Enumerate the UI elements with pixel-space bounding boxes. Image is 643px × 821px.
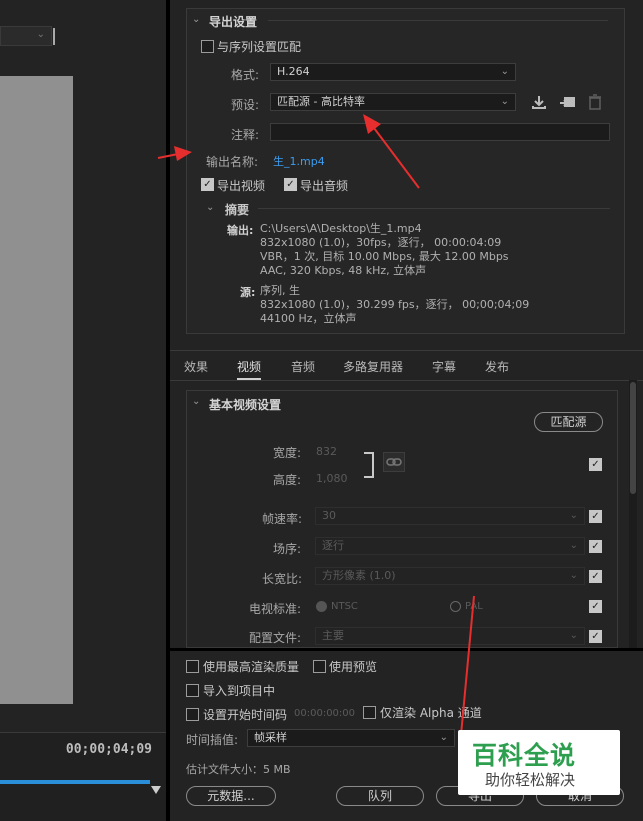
arrow-to-output-name	[157, 146, 192, 161]
watermark-subtitle: 助你轻松解决	[485, 771, 576, 789]
watermark-title: 百科全说	[472, 741, 577, 770]
arrow-to-export-button	[460, 595, 475, 736]
watermark-logo: 百科全说 助你轻松解决	[458, 730, 620, 795]
arrow-to-preset	[363, 114, 420, 189]
annotation-arrows	[157, 114, 475, 736]
